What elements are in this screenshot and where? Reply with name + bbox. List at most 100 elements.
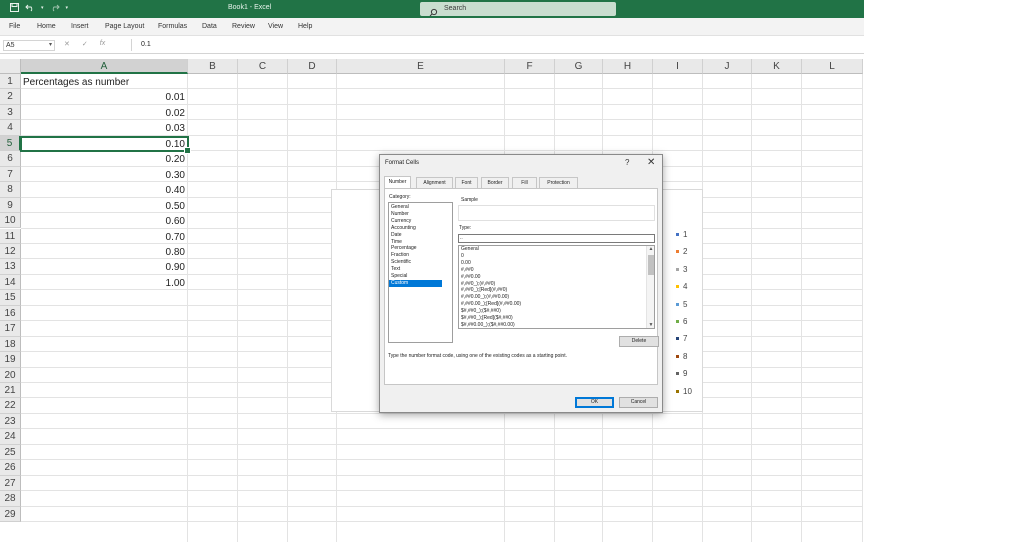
row-header-3[interactable]: 3 bbox=[0, 104, 21, 121]
close-icon[interactable]: ✕ bbox=[647, 157, 655, 168]
row-header-18[interactable]: 18 bbox=[0, 336, 21, 353]
row-header-6[interactable]: 6 bbox=[0, 151, 21, 167]
row-header-19[interactable]: 19 bbox=[0, 352, 21, 368]
cell-a14[interactable]: 1.00 bbox=[21, 276, 187, 291]
cell-a2[interactable]: 0.01 bbox=[21, 90, 187, 105]
legend-item[interactable]: 9 bbox=[676, 369, 687, 378]
cancel-button[interactable]: Cancel bbox=[619, 397, 658, 408]
category-list[interactable]: General Number Currency Accounting Date Time P… bbox=[388, 202, 453, 343]
cell-a4[interactable]: 0.03 bbox=[21, 121, 187, 136]
row-header-15[interactable]: 15 bbox=[0, 290, 21, 306]
column-header-b[interactable]: B bbox=[188, 59, 238, 74]
menu-page-layout[interactable]: Page Layout bbox=[105, 23, 144, 30]
tab-border[interactable]: Border bbox=[481, 177, 509, 188]
menu-insert[interactable]: Insert bbox=[71, 23, 89, 30]
format-code-item[interactable]: $#,##0.00_);($#,##0.00) bbox=[461, 322, 515, 328]
formula-input[interactable]: 0.1 bbox=[141, 41, 151, 48]
format-code-list[interactable]: General 0 0.00 #,##0 #,##0.00 #,##0_);(#,##0)… bbox=[458, 245, 655, 329]
legend-item[interactable]: 7 bbox=[676, 334, 687, 343]
select-all-corner[interactable] bbox=[0, 59, 21, 74]
delete-button[interactable]: Delete bbox=[619, 336, 659, 347]
column-header-f[interactable]: F bbox=[505, 59, 555, 74]
column-header-h[interactable]: H bbox=[603, 59, 653, 74]
column-header-a[interactable]: A bbox=[21, 59, 188, 74]
row-header-12[interactable]: 12 bbox=[0, 243, 21, 260]
row-header-25[interactable]: 25 bbox=[0, 444, 21, 461]
format-code-item[interactable]: #,##0.00_);(#,##0.00) bbox=[461, 294, 509, 300]
undo-dropdown-icon[interactable]: ▾ bbox=[41, 5, 44, 11]
save-icon[interactable] bbox=[10, 3, 19, 12]
format-code-item[interactable]: #,##0.00_);[Red](#,##0.00) bbox=[461, 301, 521, 307]
row-header-9[interactable]: 9 bbox=[0, 197, 21, 214]
cell-a1[interactable]: Percentages as number bbox=[21, 75, 187, 90]
legend-item[interactable]: 10 bbox=[676, 387, 692, 396]
legend-item[interactable]: 1 bbox=[676, 230, 687, 239]
row-header-27[interactable]: 27 bbox=[0, 475, 21, 492]
cancel-icon[interactable]: ✕ bbox=[64, 40, 70, 48]
cell-a8[interactable]: 0.40 bbox=[21, 183, 187, 198]
format-code-item[interactable]: 0.00 bbox=[461, 260, 471, 266]
row-header-28[interactable]: 28 bbox=[0, 491, 21, 507]
insert-function-icon[interactable]: fx bbox=[100, 40, 105, 48]
legend-item[interactable]: 6 bbox=[676, 317, 687, 326]
format-list-scrollbar[interactable]: ▲ ▼ bbox=[646, 246, 654, 328]
undo-icon[interactable] bbox=[25, 3, 35, 12]
row-header-10[interactable]: 10 bbox=[0, 213, 21, 229]
legend-item[interactable]: 4 bbox=[676, 282, 687, 291]
row-header-24[interactable]: 24 bbox=[0, 429, 21, 445]
cell-a9[interactable]: 0.50 bbox=[21, 199, 187, 214]
menu-view[interactable]: View bbox=[268, 23, 283, 30]
row-header-17[interactable]: 17 bbox=[0, 321, 21, 337]
menu-home[interactable]: Home bbox=[37, 23, 56, 30]
column-header-g[interactable]: G bbox=[555, 59, 603, 74]
cell-a10[interactable]: 0.60 bbox=[21, 214, 187, 229]
cell-a12[interactable]: 0.80 bbox=[21, 245, 187, 260]
column-header-d[interactable]: D bbox=[288, 59, 337, 74]
row-header-7[interactable]: 7 bbox=[0, 166, 21, 183]
menu-data[interactable]: Data bbox=[202, 23, 217, 30]
row-header-14[interactable]: 14 bbox=[0, 274, 21, 291]
cell-a7[interactable]: 0.30 bbox=[21, 168, 187, 183]
tab-protection[interactable]: Protection bbox=[539, 177, 578, 188]
format-code-item[interactable]: #,##0.00 bbox=[461, 274, 480, 280]
customize-toolbar-icon[interactable]: ▾ bbox=[66, 5, 69, 11]
tab-fill[interactable]: Fill bbox=[512, 177, 537, 188]
search-box[interactable]: Search bbox=[420, 2, 616, 17]
format-code-item[interactable]: $#,##0_);[Red]($#,##0) bbox=[461, 315, 513, 321]
format-code-item[interactable]: General bbox=[461, 246, 479, 252]
row-header-29[interactable]: 29 bbox=[0, 506, 21, 523]
scroll-thumb[interactable] bbox=[648, 255, 654, 275]
tab-alignment[interactable]: Alignment bbox=[416, 177, 453, 188]
enter-icon[interactable]: ✓ bbox=[82, 40, 88, 48]
legend-item[interactable]: 5 bbox=[676, 300, 687, 309]
format-code-item[interactable]: 0 bbox=[461, 253, 464, 259]
format-code-item[interactable]: #,##0_);(#,##0) bbox=[461, 281, 495, 287]
scroll-up-icon[interactable]: ▲ bbox=[647, 246, 654, 252]
row-header-22[interactable]: 22 bbox=[0, 398, 21, 414]
row-header-5[interactable]: 5 bbox=[0, 135, 21, 152]
cell-a6[interactable]: 0.20 bbox=[21, 152, 187, 167]
row-header-8[interactable]: 8 bbox=[0, 182, 21, 198]
column-header-i[interactable]: I bbox=[653, 59, 703, 74]
column-header-j[interactable]: J bbox=[703, 59, 752, 74]
row-header-16[interactable]: 16 bbox=[0, 305, 21, 322]
scroll-down-icon[interactable]: ▼ bbox=[647, 322, 654, 328]
cell-a11[interactable]: 0.70 bbox=[21, 230, 187, 245]
row-header-26[interactable]: 26 bbox=[0, 460, 21, 476]
row-header-4[interactable]: 4 bbox=[0, 120, 21, 136]
cell-a3[interactable]: 0.02 bbox=[21, 106, 187, 121]
type-input[interactable]: .. bbox=[458, 234, 655, 243]
format-code-item[interactable]: $#,##0_);($#,##0) bbox=[461, 308, 501, 314]
menu-file[interactable]: File bbox=[9, 23, 20, 30]
column-header-l[interactable]: L bbox=[802, 59, 863, 74]
menu-formulas[interactable]: Formulas bbox=[158, 23, 187, 30]
menu-review[interactable]: Review bbox=[232, 23, 255, 30]
legend-item[interactable]: 3 bbox=[676, 265, 687, 274]
row-header-20[interactable]: 20 bbox=[0, 367, 21, 383]
tab-font[interactable]: Font bbox=[455, 177, 478, 188]
row-header-21[interactable]: 21 bbox=[0, 383, 21, 399]
row-header-1[interactable]: 1 bbox=[0, 74, 21, 90]
redo-icon[interactable] bbox=[50, 3, 60, 12]
format-code-item[interactable]: #,##0 bbox=[461, 267, 474, 273]
legend-item[interactable]: 8 bbox=[676, 352, 687, 361]
